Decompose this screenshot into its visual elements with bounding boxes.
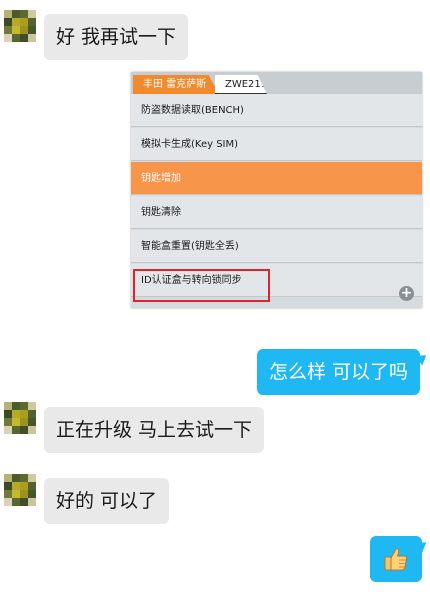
avatar[interactable] [4, 10, 36, 42]
screenshot-image[interactable]: 丰田 雷克萨斯 ZWE211 防盗数据读取(BENCH) 模拟卡生成(Key S… [131, 72, 422, 308]
message-bubble-outgoing[interactable] [370, 536, 422, 582]
tab-brand: 丰田 雷克萨斯 [133, 75, 219, 94]
red-highlight-box [133, 269, 270, 302]
tab-bar: 丰田 雷克萨斯 ZWE211 [131, 72, 422, 94]
function-menu: 防盗数据读取(BENCH) 模拟卡生成(Key SIM) 钥匙增加 钥匙清除 智… [131, 94, 422, 298]
menu-item-highlighted: 钥匙增加 [131, 162, 422, 195]
avatar[interactable] [4, 402, 36, 434]
tab-model: ZWE211 [215, 75, 267, 94]
message-bubble-outgoing[interactable]: 怎么样 可以了吗 [256, 349, 420, 395]
message-bubble[interactable]: 好 我再试一下 [44, 14, 189, 60]
message-bubble[interactable]: 好的 可以了 [44, 478, 170, 524]
menu-item: 智能盒重置(钥匙全丢) [131, 230, 422, 263]
thumbs-up-icon [384, 548, 408, 571]
menu-item: 防盗数据读取(BENCH) [131, 94, 422, 127]
message-bubble[interactable]: 正在升级 马上去试一下 [44, 407, 265, 453]
menu-item: 钥匙清除 [131, 196, 422, 229]
avatar[interactable] [4, 474, 36, 506]
menu-item: 模拟卡生成(Key SIM) [131, 128, 422, 161]
zoom-in-icon: + [399, 285, 414, 301]
